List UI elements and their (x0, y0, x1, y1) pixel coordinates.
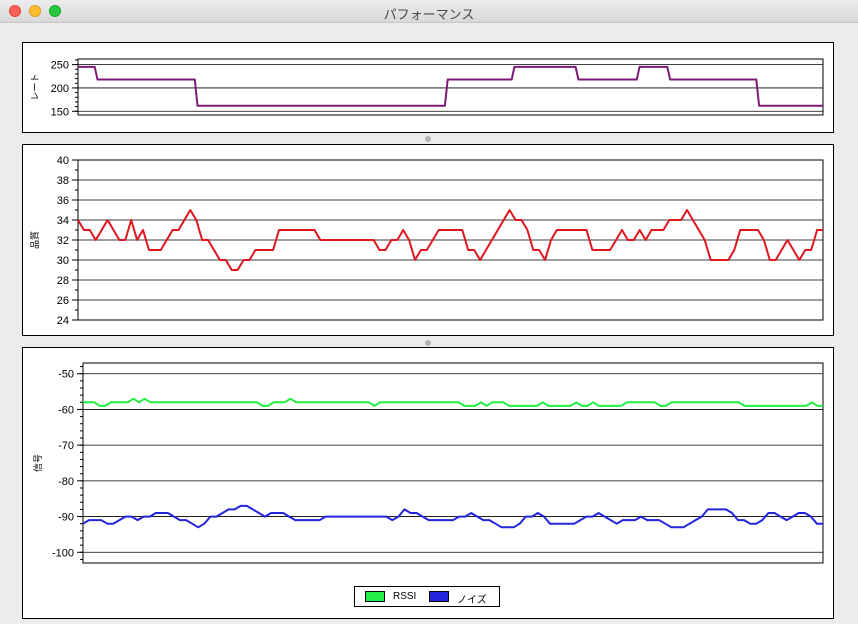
splitter-handle-1[interactable] (425, 136, 431, 142)
y-tick-label: 200 (51, 83, 69, 95)
y-tick-label: 38 (57, 175, 69, 187)
rate-series-line-1 (78, 65, 823, 107)
signal-chart-panel: -100 -90 -80 -70 -60 -50 信号 (22, 347, 834, 619)
rate-chart-svg: 150 200 250 レート (30, 58, 824, 118)
y-tick-label: 24 (57, 315, 69, 327)
y-tick-label: 32 (57, 235, 69, 247)
rate-y-axis-label: レート (30, 73, 40, 100)
quality-y-axis-label: 品質 (29, 231, 40, 249)
signal-legend: RSSI ノイズ (354, 586, 500, 607)
y-tick-label: 36 (57, 195, 69, 207)
y-tick-label: 250 (51, 60, 69, 72)
y-tick-label: -50 (58, 369, 74, 381)
window-title: パフォーマンス (383, 8, 475, 23)
splitter-handle-2[interactable] (425, 340, 431, 346)
legend-label-noise: ノイズ (457, 595, 487, 606)
y-tick-label: -90 (58, 512, 74, 524)
legend-swatch-noise (429, 591, 449, 602)
y-tick-label: -60 (58, 404, 74, 416)
plot-frame (77, 58, 824, 116)
y-tick-label: 26 (57, 295, 69, 307)
quality-chart-panel: 24 26 28 30 32 34 36 38 40 品質 (22, 144, 834, 336)
y-tick-label: -70 (58, 440, 74, 452)
y-tick-label: 30 (57, 255, 69, 267)
rate-chart-panel: 150 200 250 レート (22, 42, 834, 133)
window-titlebar: パフォーマンス (0, 0, 858, 23)
signal-y-axis-label: 信号 (32, 454, 43, 472)
y-tick-label: 150 (51, 106, 69, 118)
y-tick-label: 28 (57, 275, 69, 287)
signal-series-line-1 (83, 397, 823, 407)
quality-chart-svg: 24 26 28 30 32 34 36 38 40 品質 (29, 155, 824, 327)
y-tick-label: -100 (52, 547, 74, 559)
signal-chart-svg: -100 -90 -80 -70 -60 -50 信号 (32, 362, 824, 564)
legend-swatch-rssi (365, 591, 385, 602)
legend-label-rssi: RSSI (393, 591, 417, 602)
plot-frame (82, 362, 824, 564)
y-tick-label: 40 (57, 155, 69, 167)
y-tick-label: 34 (57, 215, 69, 227)
y-tick-label: -80 (58, 476, 74, 488)
